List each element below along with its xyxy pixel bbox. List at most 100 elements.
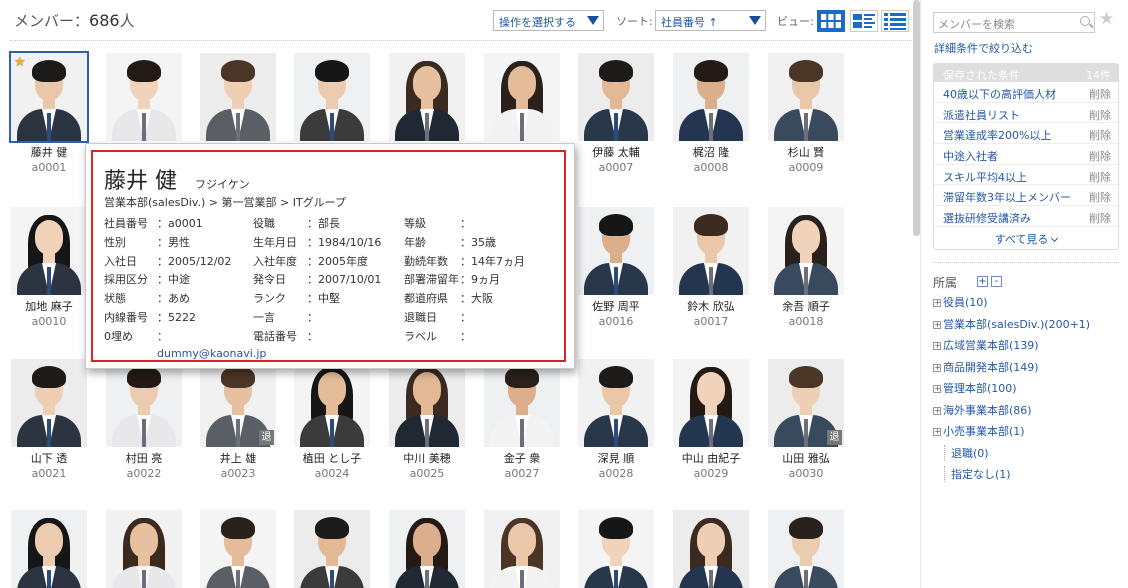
table-view-button[interactable] [881,10,909,32]
member-photo[interactable] [200,53,276,141]
org-tree-item[interactable]: + 海外事業本部(86) [933,402,1032,418]
member-photo[interactable]: 退 [768,359,844,447]
member-photo[interactable] [768,510,844,588]
member-photo[interactable] [578,207,654,295]
delete-button[interactable]: 削除 [1089,210,1111,226]
collapse-all-button[interactable]: - [991,276,1002,287]
see-all-link[interactable]: すべて見る [934,227,1118,247]
member-card[interactable]: 山下 透 a0021 [11,359,87,480]
delete-button[interactable]: 削除 [1089,189,1111,205]
member-photo[interactable] [484,53,560,141]
member-card[interactable] [106,510,182,588]
member-card[interactable]: 金子 衆 a0027 [484,359,560,480]
org-tree-item[interactable]: + 管理本部(100) [933,380,1017,396]
member-card[interactable] [200,53,276,144]
member-photo[interactable] [484,359,560,447]
member-photo[interactable]: ★ [9,51,89,143]
favorite-star-icon[interactable]: ★ [1099,11,1114,28]
member-card[interactable]: 杉山 賢 a0009 [768,53,844,174]
member-photo[interactable] [578,359,654,447]
member-card[interactable] [389,510,465,588]
org-tree-item[interactable]: 退職(0) [944,444,989,461]
member-search-input[interactable]: メンバーを検索 [933,12,1095,33]
member-card[interactable]: 中山 由紀子 a0029 [673,359,749,480]
saved-condition-link[interactable]: 選抜研修受講済み [943,212,1031,225]
member-card[interactable]: 退井上 雄 a0023 [200,359,276,480]
member-photo[interactable]: 退 [200,359,276,447]
member-photo[interactable] [578,510,654,588]
member-photo[interactable] [294,53,370,141]
member-card[interactable] [106,53,182,144]
member-photo[interactable] [768,207,844,295]
expand-icon[interactable]: + [933,406,941,415]
org-tree-item[interactable]: 指定なし(1) [944,466,1011,482]
org-tree-item[interactable]: + 小売事業本部(1) [933,423,1025,439]
scrollbar-thumb[interactable] [913,0,920,236]
member-photo[interactable] [673,510,749,588]
delete-button[interactable]: 削除 [1089,127,1111,143]
saved-condition-link[interactable]: 中途入社者 [943,150,998,163]
member-photo[interactable] [200,510,276,588]
delete-button[interactable]: 削除 [1089,169,1111,185]
member-photo[interactable] [106,53,182,141]
saved-condition-link[interactable]: 派遣社員リスト [943,109,1020,122]
org-tree-item[interactable]: + 役員(10) [933,294,988,310]
member-card[interactable]: 加地 麻子 a0010 [11,207,87,328]
saved-condition-link[interactable]: 40歳以下の高評価人材 [943,88,1056,101]
member-card[interactable]: ★ 藤井 健 a0001 [9,51,89,174]
list-view-button[interactable] [850,10,878,32]
expand-icon[interactable]: + [933,363,941,372]
member-card[interactable] [11,510,87,588]
action-select[interactable]: 操作を選択する [493,10,604,31]
member-photo[interactable] [484,510,560,588]
saved-condition-link[interactable]: 営業達成率200%以上 [943,129,1051,142]
delete-button[interactable]: 削除 [1089,148,1111,164]
saved-condition-link[interactable]: スキル平均4以上 [943,171,1027,184]
member-photo[interactable] [673,359,749,447]
member-photo[interactable] [11,510,87,588]
grid-view-button[interactable] [817,10,845,32]
member-card[interactable] [578,510,654,588]
member-card[interactable]: 植田 とし子 a0024 [294,359,370,480]
member-photo[interactable] [389,510,465,588]
member-card[interactable] [294,510,370,588]
member-card[interactable]: 中川 美穂 a0025 [389,359,465,480]
member-photo[interactable] [389,359,465,447]
search-icon[interactable] [1080,16,1090,26]
member-card[interactable]: 村田 亮 a0022 [106,359,182,480]
member-card[interactable]: 佐野 周平 a0016 [578,207,654,328]
advanced-filter-link[interactable]: 詳細条件で絞り込む [934,40,1033,56]
member-card[interactable] [484,53,560,144]
member-card[interactable] [673,510,749,588]
org-tree-item[interactable]: + 商品開発本部(149) [933,359,1039,375]
member-card[interactable] [768,510,844,588]
expand-icon[interactable]: + [933,320,941,329]
expand-icon[interactable]: + [933,385,941,393]
org-tree-item[interactable]: + 広域営業本部(139) [933,337,1039,353]
member-photo[interactable] [578,53,654,141]
member-card[interactable]: 余吾 順子 a0018 [768,207,844,328]
member-photo[interactable] [673,207,749,295]
member-photo[interactable] [673,53,749,141]
member-card[interactable]: 伊藤 太輔 a0007 [578,53,654,174]
sort-select[interactable]: 社員番号 ↑ [655,10,766,31]
member-card[interactable]: 深見 順 a0028 [578,359,654,480]
member-photo[interactable] [11,207,87,295]
member-card[interactable]: 梶沼 隆 a0008 [673,53,749,174]
member-photo[interactable] [106,359,182,447]
member-card[interactable]: 鈴木 欣弘 a0017 [673,207,749,328]
expand-all-button[interactable]: + [977,276,988,287]
member-card[interactable] [389,53,465,144]
delete-button[interactable]: 削除 [1089,107,1111,123]
member-photo[interactable] [389,53,465,141]
member-card[interactable] [294,53,370,144]
expand-icon[interactable]: + [933,342,941,350]
member-photo[interactable] [294,359,370,447]
expand-icon[interactable]: + [933,428,941,436]
member-card[interactable] [200,510,276,588]
expand-icon[interactable]: + [933,299,941,307]
org-tree-item[interactable]: + 営業本部(salesDiv.)(200+1) [933,316,1090,332]
member-card[interactable]: 退山田 雅弘 a0030 [768,359,844,480]
member-photo[interactable] [11,359,87,447]
delete-button[interactable]: 削除 [1089,86,1111,102]
